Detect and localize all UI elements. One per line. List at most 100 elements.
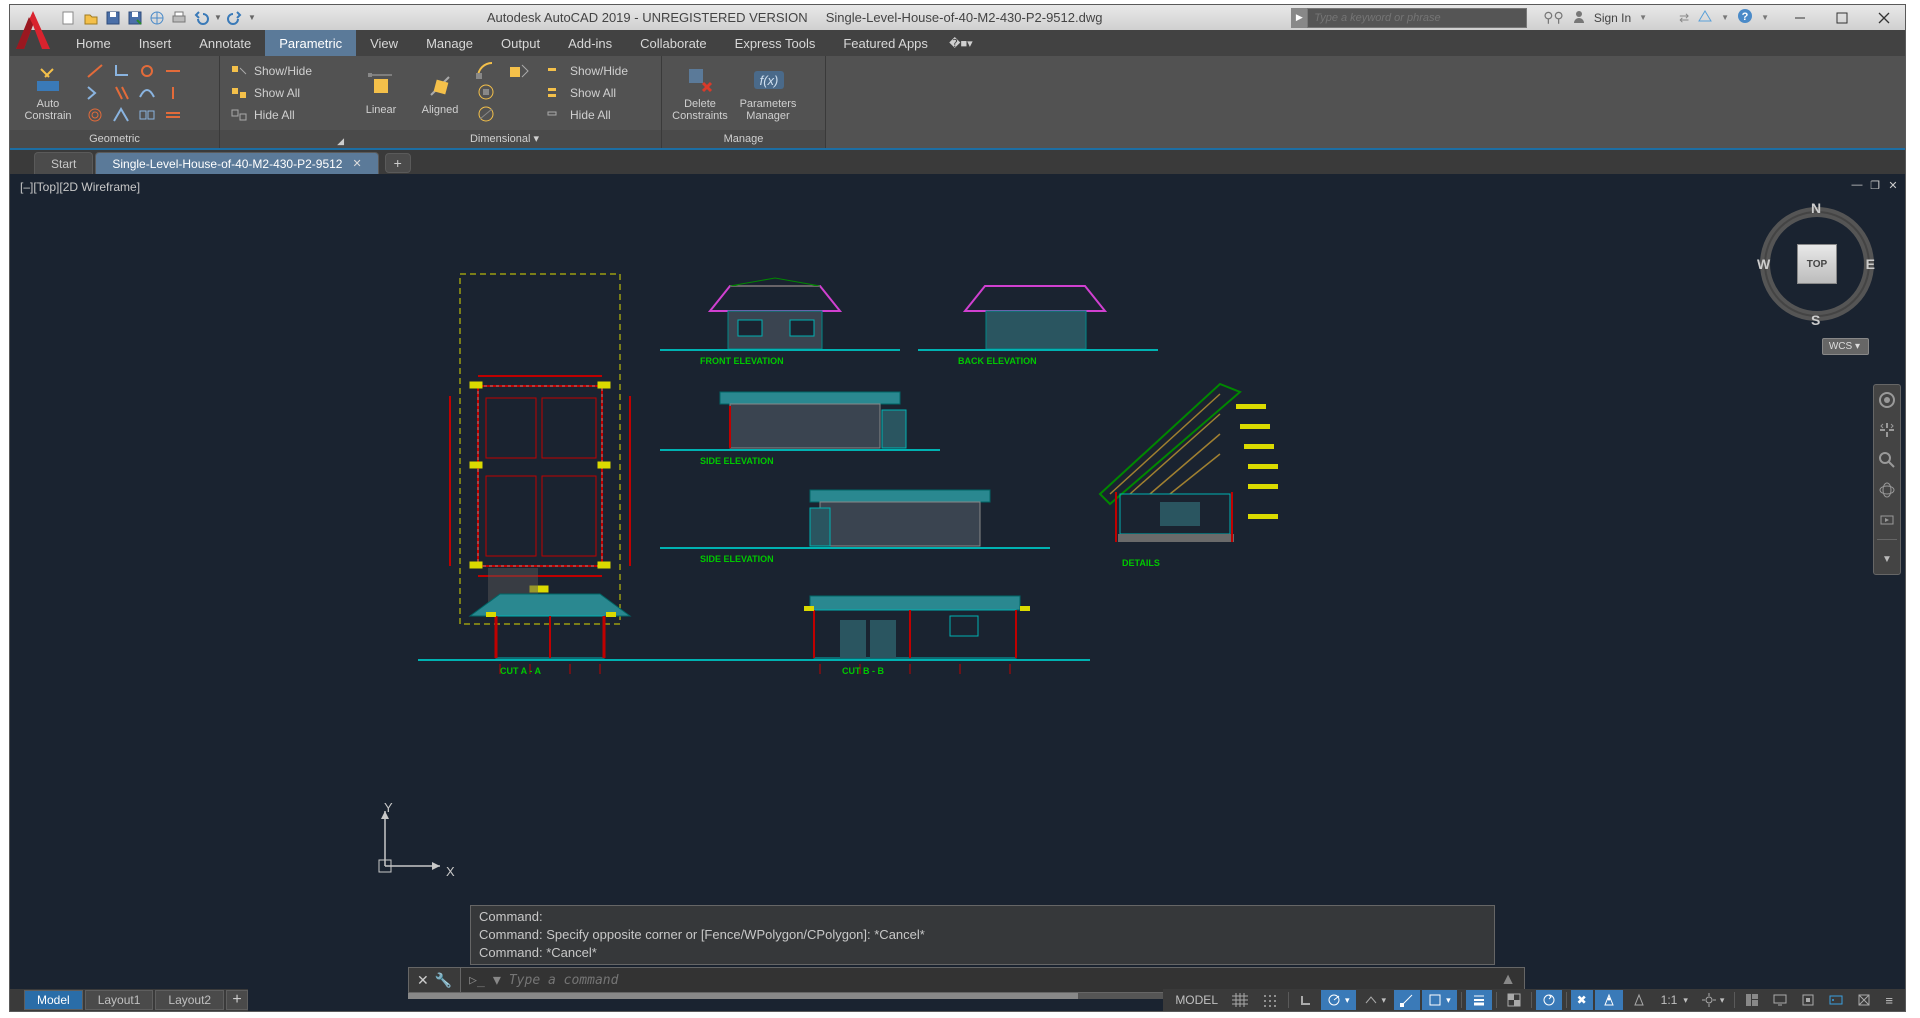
- filetab-add-icon[interactable]: +: [385, 153, 411, 173]
- layout-tab-2[interactable]: Layout2: [155, 990, 224, 1010]
- gc-horizontal-icon[interactable]: [162, 61, 184, 81]
- status-3dosnap-icon[interactable]: ▾: [1422, 990, 1457, 1010]
- tab-annotate[interactable]: Annotate: [185, 30, 265, 56]
- panel-manage-title[interactable]: Manage: [662, 130, 825, 148]
- infocenter-icon[interactable]: ⚲⚲: [1543, 9, 1564, 26]
- qat-dropdown-icon[interactable]: ▼: [212, 7, 224, 29]
- aligned-dim-button[interactable]: Aligned: [412, 58, 468, 128]
- status-lwt-icon[interactable]: [1466, 990, 1492, 1010]
- gc-parallel-icon[interactable]: [110, 83, 132, 103]
- status-isolate-icon[interactable]: [1795, 990, 1821, 1010]
- status-ortho-icon[interactable]: [1293, 990, 1319, 1010]
- status-cleanscreen-icon[interactable]: [1851, 990, 1877, 1010]
- tab-home[interactable]: Home: [62, 30, 125, 56]
- maximize-icon[interactable]: [1821, 5, 1863, 30]
- filetab-close-icon[interactable]: ✕: [352, 157, 361, 170]
- status-osnap-icon[interactable]: [1394, 990, 1420, 1010]
- qat-openweb-icon[interactable]: [146, 7, 168, 29]
- gc-concentric-icon[interactable]: [84, 105, 106, 125]
- tab-addins[interactable]: Add-ins: [554, 30, 626, 56]
- dc-diameter-icon[interactable]: [476, 105, 500, 125]
- dc-showhide-button[interactable]: Show/Hide: [542, 61, 632, 81]
- tab-insert[interactable]: Insert: [125, 30, 186, 56]
- status-customize-icon[interactable]: ≡: [1879, 990, 1899, 1010]
- qat-redo-icon[interactable]: [224, 7, 246, 29]
- status-snap-dots-icon[interactable]: [1256, 990, 1284, 1010]
- dc-angular-icon[interactable]: [476, 61, 500, 81]
- gc-hideall-button[interactable]: Hide All: [226, 105, 316, 125]
- compass-n[interactable]: N: [1811, 200, 1821, 216]
- app-logo[interactable]: [12, 7, 54, 53]
- gc-perpendicular-icon[interactable]: [110, 61, 132, 81]
- gc-vertical-icon[interactable]: [162, 83, 184, 103]
- nav-showmotion-icon[interactable]: [1876, 509, 1898, 531]
- status-model[interactable]: MODEL: [1169, 990, 1224, 1010]
- wcs-badge[interactable]: WCS ▾: [1822, 338, 1869, 355]
- gc-equal-icon[interactable]: [136, 105, 158, 125]
- layout-tab-1[interactable]: Layout1: [85, 990, 154, 1010]
- tab-manage[interactable]: Manage: [412, 30, 487, 56]
- qat-save-icon[interactable]: [102, 7, 124, 29]
- nav-pan-icon[interactable]: [1876, 419, 1898, 441]
- status-workspace-icon[interactable]: [1739, 990, 1765, 1010]
- cmd-history-icon[interactable]: ▲: [1500, 971, 1516, 989]
- gc-showhide-button[interactable]: Show/Hide: [226, 61, 316, 81]
- search-expand-icon[interactable]: ▶: [1291, 8, 1307, 28]
- tab-more-icon[interactable]: �■▾: [948, 30, 974, 56]
- status-selcycle-icon[interactable]: [1536, 990, 1562, 1010]
- gc-coincident-icon[interactable]: [84, 61, 106, 81]
- compass-s[interactable]: S: [1811, 312, 1820, 328]
- vp-minimize-icon[interactable]: —: [1849, 178, 1865, 192]
- help-icon[interactable]: ?: [1737, 8, 1753, 27]
- exchange-icon[interactable]: ⇄: [1679, 11, 1689, 25]
- gc-fix-icon[interactable]: [162, 105, 184, 125]
- dc-convert-icon[interactable]: [504, 63, 532, 123]
- nav-orbit-icon[interactable]: [1876, 479, 1898, 501]
- viewcube-top[interactable]: TOP: [1797, 244, 1837, 284]
- status-annoscale-icon[interactable]: [1595, 990, 1623, 1010]
- qat-plot-icon[interactable]: [168, 7, 190, 29]
- status-polar-icon[interactable]: ▾: [1321, 990, 1356, 1010]
- dc-showall-button[interactable]: Show All: [542, 83, 632, 103]
- command-input[interactable]: [509, 973, 1492, 988]
- viewport-label[interactable]: [–][Top][2D Wireframe]: [20, 180, 140, 194]
- compass-w[interactable]: W: [1757, 256, 1770, 272]
- tab-collaborate[interactable]: Collaborate: [626, 30, 721, 56]
- tab-featured[interactable]: Featured Apps: [829, 30, 942, 56]
- cmd-customize-icon[interactable]: 🔧: [435, 972, 452, 989]
- status-grid-icon[interactable]: [1226, 990, 1254, 1010]
- close-icon[interactable]: [1863, 5, 1905, 30]
- viewcube[interactable]: TOP N S W E: [1755, 194, 1875, 334]
- tab-output[interactable]: Output: [487, 30, 554, 56]
- linear-dim-button[interactable]: Linear: [354, 58, 408, 128]
- filetab-document[interactable]: Single-Level-House-of-40-M2-430-P2-9512✕: [95, 152, 378, 174]
- drawing-viewport[interactable]: [–][Top][2D Wireframe] — ❐ ✕ TOP N S W E…: [10, 174, 1905, 1011]
- qat-undo-icon[interactable]: [190, 7, 212, 29]
- status-gear-icon[interactable]: ▾: [1696, 990, 1731, 1010]
- gc-tangent-icon[interactable]: [136, 61, 158, 81]
- delete-constraints-button[interactable]: DeleteConstraints: [668, 58, 732, 128]
- status-isodraft-icon[interactable]: ▾: [1358, 990, 1393, 1010]
- layout-tab-model[interactable]: Model: [24, 990, 83, 1010]
- gc-showall-button[interactable]: Show All: [226, 83, 316, 103]
- nav-more-icon[interactable]: ▼: [1876, 548, 1898, 570]
- app-store-icon[interactable]: [1697, 9, 1713, 26]
- layout-add-icon[interactable]: +: [226, 990, 248, 1010]
- status-transparency-icon[interactable]: [1501, 990, 1527, 1010]
- user-icon[interactable]: [1572, 9, 1586, 26]
- qat-dropdown2-icon[interactable]: ▼: [246, 7, 258, 29]
- auto-constrain-button[interactable]: AutoConstrain: [16, 58, 80, 128]
- status-scale[interactable]: 1:1▾: [1655, 990, 1694, 1010]
- compass-e[interactable]: E: [1866, 256, 1875, 272]
- tab-view[interactable]: View: [356, 30, 412, 56]
- dc-radius-icon[interactable]: [476, 83, 500, 103]
- vp-restore-icon[interactable]: ❐: [1867, 178, 1883, 192]
- nav-zoom-icon[interactable]: [1876, 449, 1898, 471]
- tab-parametric[interactable]: Parametric: [265, 30, 356, 56]
- signin-label[interactable]: Sign In: [1594, 11, 1631, 25]
- nav-fullnav-icon[interactable]: [1876, 389, 1898, 411]
- status-annomonitor-icon[interactable]: ✖: [1571, 990, 1593, 1010]
- cmd-close-icon[interactable]: ✕: [417, 972, 429, 989]
- dc-hideall-button[interactable]: Hide All: [542, 105, 632, 125]
- parameters-manager-button[interactable]: f(x) ParametersManager: [736, 58, 800, 128]
